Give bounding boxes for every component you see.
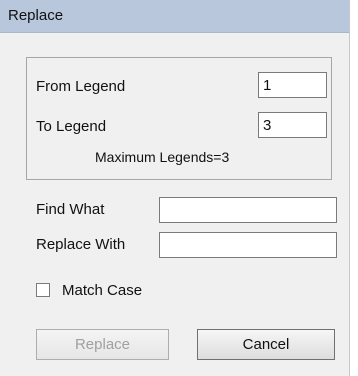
- find-what-input[interactable]: [159, 197, 337, 223]
- window-title: Replace: [8, 7, 64, 24]
- find-what-label: Find What: [36, 201, 105, 218]
- match-case-label[interactable]: Match Case: [62, 282, 142, 299]
- to-legend-label: To Legend: [36, 118, 107, 135]
- to-legend-input[interactable]: [258, 112, 327, 138]
- from-legend-label: From Legend: [36, 78, 126, 95]
- replace-with-label: Replace With: [36, 236, 126, 253]
- replace-with-input[interactable]: [159, 232, 337, 258]
- match-case-checkbox[interactable]: [36, 283, 50, 297]
- from-legend-input[interactable]: [258, 72, 327, 98]
- title-bar[interactable]: Replace: [0, 0, 349, 33]
- replace-button[interactable]: Replace: [36, 329, 169, 360]
- cancel-button[interactable]: Cancel: [197, 329, 335, 360]
- maximum-legends-text: Maximum Legends=3: [95, 149, 230, 165]
- replace-dialog: Replace From Legend To Legend Maximum Le…: [0, 0, 350, 376]
